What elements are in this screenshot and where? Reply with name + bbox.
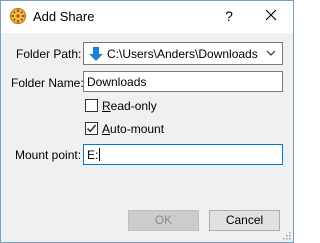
- folder-name-label: Folder Name:: [11, 76, 84, 90]
- auto-mount-label-text: uto-mount: [110, 122, 165, 136]
- text-caret: [99, 148, 101, 161]
- mount-point-label: Mount point:: [15, 148, 82, 162]
- down-arrow-icon: [89, 47, 103, 61]
- dialog-title: Add Share: [33, 9, 95, 24]
- mount-point-input[interactable]: E:: [83, 144, 283, 165]
- ok-button[interactable]: OK: [128, 210, 199, 231]
- add-share-dialog: Add Share ? Folder Path: C:\Users\Anders…: [0, 0, 294, 243]
- read-only-checkbox[interactable]: [85, 99, 98, 112]
- chevron-down-icon[interactable]: [266, 49, 276, 57]
- dialog-body: Folder Path: C:\Users\Anders\Downloads F…: [1, 33, 293, 242]
- auto-mount-checkbox[interactable]: [85, 122, 98, 135]
- resize-grip-icon[interactable]: [281, 230, 291, 240]
- mount-point-value: E:: [87, 148, 101, 162]
- read-only-mnemonic: R: [102, 99, 111, 113]
- folder-path-value: C:\Users\Anders\Downloads: [107, 47, 258, 61]
- auto-mount-label[interactable]: Auto-mount: [102, 122, 164, 136]
- read-only-label[interactable]: Read-only: [102, 99, 157, 113]
- folder-path-label: Folder Path:: [16, 47, 82, 61]
- virtualbox-app-icon: [9, 7, 27, 25]
- close-button[interactable]: [257, 5, 285, 27]
- mount-point-text: E:: [87, 148, 99, 162]
- checkmark-icon: [86, 124, 97, 133]
- folder-path-combobox[interactable]: C:\Users\Anders\Downloads: [83, 42, 283, 65]
- read-only-label-text: ead-only: [110, 99, 157, 113]
- cancel-button[interactable]: Cancel: [209, 210, 280, 231]
- title-bar: Add Share ?: [1, 1, 293, 33]
- help-button[interactable]: ?: [215, 5, 243, 27]
- auto-mount-mnemonic: A: [102, 122, 111, 136]
- close-icon: [265, 9, 277, 21]
- folder-name-value: Downloads: [87, 75, 147, 89]
- folder-name-input[interactable]: Downloads: [83, 71, 283, 92]
